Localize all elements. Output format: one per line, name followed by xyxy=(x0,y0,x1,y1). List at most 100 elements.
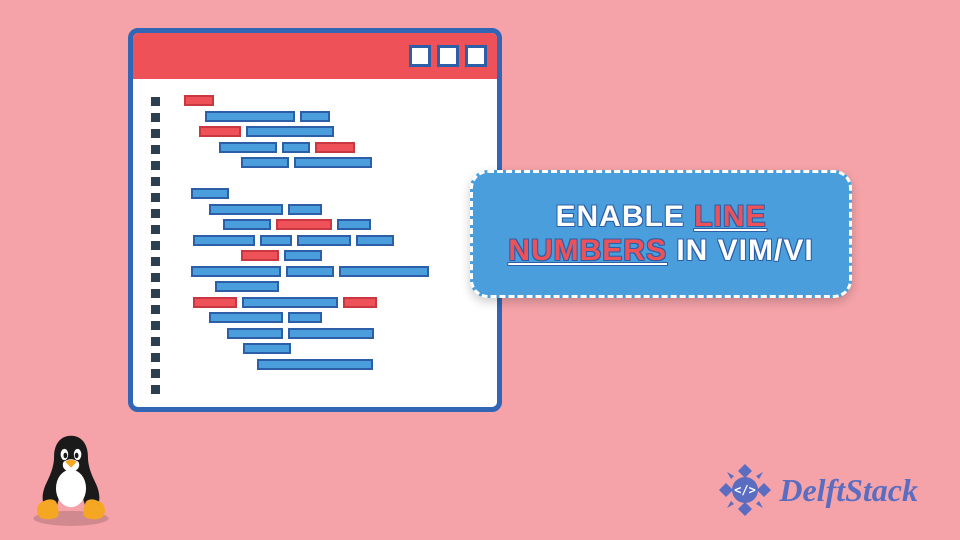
code-segment xyxy=(205,111,295,122)
code-line xyxy=(174,173,485,184)
gutter-dot xyxy=(151,241,160,250)
code-line xyxy=(174,142,485,153)
code-segment xyxy=(174,142,214,153)
gutter-dot xyxy=(151,209,160,218)
code-segment xyxy=(174,281,210,292)
brand-logo-icon: </> xyxy=(717,462,773,518)
code-segment xyxy=(215,281,279,292)
line-number-gutter xyxy=(151,95,160,394)
gutter-dot xyxy=(151,337,160,346)
code-line xyxy=(174,126,485,137)
code-line xyxy=(174,235,485,246)
code-segment xyxy=(276,219,332,230)
gutter-dot xyxy=(151,369,160,378)
code-area xyxy=(133,79,497,406)
badge-text: IN VIM/VI xyxy=(667,234,814,267)
code-line xyxy=(174,250,485,261)
code-segment xyxy=(282,142,310,153)
code-segment xyxy=(337,219,371,230)
code-segment xyxy=(174,328,222,339)
code-segment xyxy=(288,204,322,215)
code-segment xyxy=(193,297,237,308)
code-line xyxy=(174,111,485,122)
code-line xyxy=(174,204,485,215)
window-max-icon xyxy=(437,45,459,67)
gutter-dot xyxy=(151,225,160,234)
gutter-dot xyxy=(151,353,160,362)
gutter-dot xyxy=(151,145,160,154)
code-segment xyxy=(356,235,394,246)
code-segment xyxy=(242,297,338,308)
code-segment xyxy=(174,126,194,137)
brand-name: DelftStack xyxy=(779,472,918,509)
code-segment xyxy=(174,235,188,246)
gutter-dot xyxy=(151,193,160,202)
gutter-dot xyxy=(151,129,160,138)
code-segment xyxy=(241,157,289,168)
code-segment xyxy=(199,126,241,137)
window-min-icon xyxy=(409,45,431,67)
code-segment xyxy=(284,250,322,261)
code-segment xyxy=(300,111,330,122)
code-line xyxy=(174,312,485,323)
svg-text:</>: </> xyxy=(735,483,757,497)
code-segment xyxy=(343,297,377,308)
code-segment xyxy=(174,250,236,261)
code-segment xyxy=(209,312,283,323)
code-line xyxy=(174,95,485,106)
gutter-dot xyxy=(151,257,160,266)
code-line xyxy=(174,188,485,199)
code-segment xyxy=(174,111,200,122)
window-close-icon xyxy=(465,45,487,67)
code-segment xyxy=(174,157,236,168)
code-segment xyxy=(174,219,218,230)
code-segment xyxy=(246,126,334,137)
gutter-dot xyxy=(151,273,160,282)
code-segment xyxy=(288,328,374,339)
code-segment xyxy=(191,266,281,277)
code-segment xyxy=(227,328,283,339)
code-segment xyxy=(288,312,322,323)
code-segment xyxy=(219,142,277,153)
gutter-dot xyxy=(151,321,160,330)
titlebar xyxy=(133,33,497,79)
code-segment xyxy=(174,297,188,308)
code-line xyxy=(174,219,485,230)
badge-highlight: NUMBERS xyxy=(508,234,667,267)
code-segment xyxy=(286,266,334,277)
code-segment xyxy=(257,359,373,370)
tux-linux-icon xyxy=(24,428,118,528)
code-line xyxy=(174,266,485,277)
code-line xyxy=(174,157,485,168)
code-segment xyxy=(174,188,186,199)
code-segment xyxy=(223,219,271,230)
code-line xyxy=(174,297,485,308)
code-segment xyxy=(184,95,214,106)
code-segment xyxy=(315,142,355,153)
code-segment xyxy=(193,235,255,246)
gutter-dot xyxy=(151,177,160,186)
code-segment xyxy=(191,188,229,199)
badge-line-1: ENABLE LINE xyxy=(555,200,766,234)
title-badge: ENABLE LINE NUMBERS IN VIM/VI xyxy=(470,170,852,298)
code-segment xyxy=(174,343,238,354)
code-segment xyxy=(339,266,429,277)
badge-highlight: LINE xyxy=(694,200,766,233)
code-segment xyxy=(241,250,279,261)
code-segment xyxy=(174,312,204,323)
code-lines xyxy=(174,95,485,394)
badge-line-2: NUMBERS IN VIM/VI xyxy=(508,234,813,268)
gutter-dot xyxy=(151,113,160,122)
code-segment xyxy=(209,204,283,215)
code-line xyxy=(174,281,485,292)
code-segment xyxy=(294,157,372,168)
code-segment xyxy=(260,235,292,246)
gutter-dot xyxy=(151,385,160,394)
code-segment xyxy=(243,343,291,354)
editor-window xyxy=(128,28,502,412)
code-segment xyxy=(174,359,252,370)
gutter-dot xyxy=(151,305,160,314)
code-line xyxy=(174,328,485,339)
gutter-dot xyxy=(151,289,160,298)
code-segment xyxy=(297,235,351,246)
